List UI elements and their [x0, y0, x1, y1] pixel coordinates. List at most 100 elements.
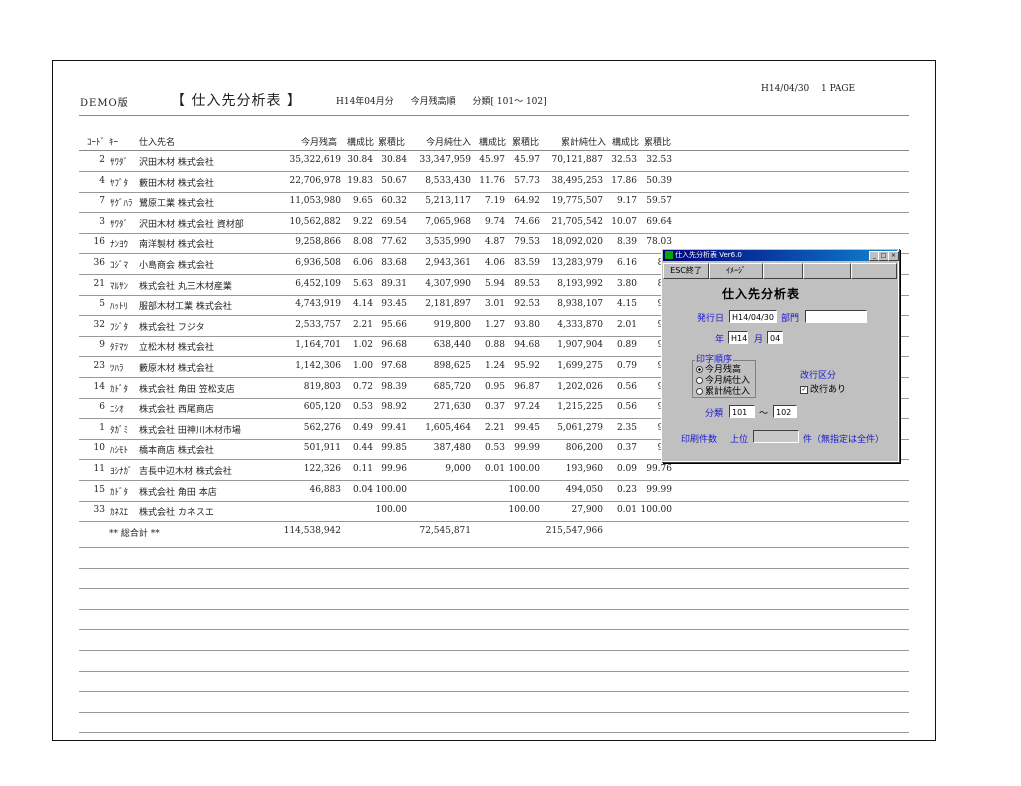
row-divider — [79, 212, 909, 214]
dept-field[interactable] — [805, 310, 867, 323]
cell-key: ﾊｼﾓﾄ — [110, 446, 129, 457]
cell-code: 23 — [93, 361, 105, 371]
cell-ratio2: 0.37 — [484, 402, 505, 413]
cell-cum3: 100.00 — [640, 505, 673, 516]
cell-cum3: 99.76 — [646, 464, 672, 474]
toolbar-blank-2[interactable] — [803, 263, 851, 279]
close-button[interactable]: × — [888, 251, 899, 261]
col-code: ｺｰﾄﾞ — [87, 138, 106, 148]
cell-purchase: 33,347,959 — [419, 155, 471, 165]
table-row: 4 ﾔﾌﾞﾀ 藪田木材 株式会社 22,706,978 19.83 50.67 8,533,… — [53, 176, 935, 196]
top-count-field[interactable] — [753, 430, 799, 443]
cell-ratio3: 8.39 — [616, 237, 637, 248]
cell-code: 16 — [93, 237, 105, 248]
category-from-field[interactable]: 101 — [729, 405, 755, 418]
table-row: 7 ｻｸﾞﾊﾗ 鷺原工業 株式会社 11,053,980 9.65 60.32 5,213,… — [53, 196, 935, 216]
cell-code: 33 — [93, 505, 105, 516]
cell-total: 38,495,253 — [551, 175, 603, 186]
table-row: 3 ｻﾜﾀﾞ 沢田木材 株式会社 資材部 10,562,882 9.22 69.54 7,0… — [53, 217, 935, 237]
radio-icon — [696, 377, 703, 384]
cell-ratio2: 9.74 — [484, 216, 505, 227]
issue-date-field[interactable]: H14/04/30 — [729, 310, 777, 323]
report-category: 分類[ 101～ 102] — [472, 97, 547, 107]
dialog-titlebar[interactable]: 仕入先分析表 Ver6.0 _ □ × — [663, 250, 899, 261]
cell-total: 13,283,979 — [551, 258, 603, 268]
cell-purchase: 2,943,361 — [425, 258, 471, 268]
cell-ratio2: 5.94 — [484, 278, 505, 289]
order-option-total[interactable]: 累計純仕入 — [696, 384, 750, 397]
cell-ratio3: 4.15 — [616, 299, 637, 310]
cell-ratio2: 4.06 — [484, 258, 505, 268]
dialog-heading: 仕入先分析表 — [722, 287, 801, 301]
cell-ratio1: 0.72 — [352, 381, 373, 392]
cell-cum3: 50.39 — [646, 175, 672, 186]
cell-code: 4 — [99, 175, 105, 186]
cell-key: ｶﾈｽｴ — [110, 508, 129, 519]
year-field[interactable]: H14 — [728, 331, 748, 344]
cell-balance: 1,142,306 — [295, 361, 341, 371]
cell-code: 10 — [93, 443, 105, 454]
category-to-field[interactable]: 102 — [773, 405, 797, 418]
report-month: H14年04月分 — [336, 97, 394, 107]
page-break-label: 改行区分 — [800, 371, 837, 381]
cell-purchase: 8,533,430 — [425, 175, 471, 186]
toolbar-blank-1[interactable] — [763, 263, 803, 279]
row-divider — [79, 232, 909, 234]
cell-total: 4,333,870 — [557, 319, 603, 330]
cell-total: 8,193,992 — [557, 278, 603, 289]
cell-purchase: 7,065,968 — [425, 216, 471, 227]
cell-ratio1: 9.65 — [352, 196, 373, 207]
cell-balance: 2,533,757 — [295, 319, 341, 330]
cell-balance: 819,803 — [303, 381, 341, 392]
cell-key: ﾖｼﾅｶﾞ — [110, 467, 133, 477]
report-page: 1 PAGE — [821, 84, 856, 94]
cell-code: 7 — [99, 196, 105, 207]
cell-key: ﾂﾊﾗ — [110, 364, 124, 374]
col-ratio2: 構成比 — [479, 138, 507, 148]
toolbar-blank-3[interactable] — [851, 263, 897, 279]
cell-code: 1 — [99, 422, 105, 433]
radio-selected-icon — [696, 366, 703, 373]
cell-balance: 562,276 — [303, 422, 341, 433]
cell-code: 15 — [93, 484, 105, 495]
cell-purchase: 1,605,464 — [425, 422, 471, 433]
cell-code: 5 — [99, 299, 105, 310]
cell-ratio3: 2.35 — [616, 422, 637, 433]
row-divider — [79, 191, 909, 193]
cell-total: 18,092,020 — [551, 237, 603, 248]
cell-ratio1: 0.44 — [352, 443, 373, 454]
table-row: 11 ﾖｼﾅｶﾞ 吉長中辺木材 株式会社 122,326 0.11 99.96 9,000 0… — [53, 464, 935, 484]
cell-total: 21,705,542 — [551, 216, 603, 227]
cell-ratio1: 0.49 — [352, 422, 373, 433]
cell-ratio2: 2.21 — [484, 422, 505, 433]
image-button[interactable]: ｲﾒｰｼﾞ — [709, 263, 763, 279]
report-title: 【 仕入先分析表 】 — [171, 93, 302, 109]
report-subheader: H14年04月分 今月残高順 分類[ 101～ 102] — [336, 94, 561, 107]
cell-balance: 22,706,978 — [289, 175, 341, 186]
cell-ratio1: 0.53 — [352, 402, 373, 413]
cell-cum3: 32.53 — [646, 155, 672, 165]
col-ratio1: 構成比 — [347, 138, 375, 148]
blank-row-line — [79, 629, 909, 631]
blank-row-line — [79, 567, 909, 569]
month-field[interactable]: 04 — [767, 331, 783, 344]
blank-row-line — [79, 711, 909, 713]
page-break-checkbox[interactable]: ✓ 改行あり — [800, 382, 846, 395]
cell-balance: 46,883 — [309, 484, 342, 495]
cell-ratio2: 45.97 — [479, 155, 505, 165]
cell-cum1: 100.00 — [375, 484, 408, 495]
cell-ratio2: 0.01 — [484, 464, 505, 474]
top-label: 上位 — [730, 435, 749, 445]
totals-label: ** 総合計 ** — [109, 529, 160, 539]
cell-total: 494,050 — [565, 484, 603, 495]
cell-ratio2: 1.27 — [484, 319, 505, 330]
cell-balance: 501,911 — [303, 443, 341, 454]
cell-code: 6 — [99, 402, 105, 413]
cell-ratio3: 2.01 — [616, 319, 637, 330]
cell-key: ｻｸﾞﾊﾗ — [110, 199, 133, 210]
cell-ratio3: 10.07 — [611, 216, 637, 227]
cell-ratio1: 6.06 — [352, 258, 373, 268]
cell-balance: 11,053,980 — [289, 196, 341, 207]
cell-balance: 605,120 — [303, 402, 341, 413]
esc-exit-button[interactable]: ESC終了 — [663, 263, 709, 279]
